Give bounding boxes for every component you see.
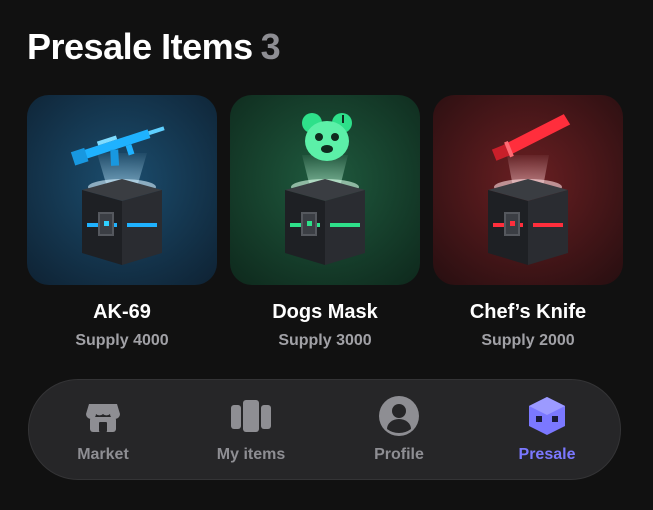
- bottom-tab-bar: Market My items Profile Presale: [28, 379, 621, 480]
- item-supply: Supply 4000: [75, 332, 169, 349]
- cube-icon: [477, 394, 617, 438]
- item-supply: Supply 3000: [278, 332, 372, 349]
- item-count: 3: [260, 26, 281, 67]
- tab-presale[interactable]: Presale: [477, 394, 617, 464]
- crate: [82, 179, 162, 265]
- crate: [488, 179, 568, 265]
- item-name: Dogs Mask: [272, 301, 378, 323]
- tab-label: Presale: [518, 446, 576, 463]
- item-name: Chef’s Knife: [469, 301, 587, 323]
- item-image: [27, 95, 217, 285]
- presale-item-card[interactable]: Chef’s Knife Supply 2000: [433, 95, 623, 350]
- tab-my-items[interactable]: My items: [181, 394, 321, 464]
- crate: [285, 179, 365, 265]
- tab-label: Profile: [374, 446, 424, 463]
- item-image: [433, 95, 623, 285]
- tab-label: My items: [216, 446, 286, 463]
- presale-item-card[interactable]: AK-69 Supply 4000: [27, 95, 217, 350]
- item-name: AK-69: [93, 301, 151, 323]
- tab-label: Market: [77, 446, 129, 463]
- page-title: Presale Items 3: [27, 26, 281, 68]
- item-image: [230, 95, 420, 285]
- item-supply: Supply 2000: [481, 332, 575, 349]
- tab-market[interactable]: Market: [33, 394, 173, 464]
- cards-icon: [181, 394, 321, 438]
- person-icon: [329, 394, 469, 438]
- presale-grid: AK-69 Supply 4000 Dogs Mask Supply 3000 …: [27, 95, 627, 355]
- store-icon: [33, 394, 173, 438]
- page-title-text: Presale Items: [27, 26, 253, 67]
- presale-item-card[interactable]: Dogs Mask Supply 3000: [230, 95, 420, 350]
- tab-profile[interactable]: Profile: [329, 394, 469, 464]
